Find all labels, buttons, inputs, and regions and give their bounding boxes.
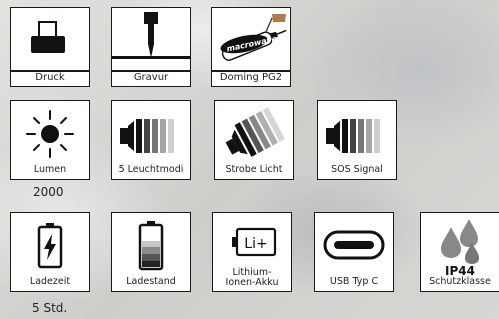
feature-tile-engraving: Gravur xyxy=(111,7,191,87)
feature-label-line2: Ionen-Akku xyxy=(225,277,279,288)
feature-label: 5 Leuchtmodi xyxy=(118,164,184,175)
feature-tile-lithium: Li+ Lithium- Ionen-Akku xyxy=(212,212,292,292)
printer-icon xyxy=(31,21,65,53)
battery-charging-icon xyxy=(37,223,63,269)
feature-tile-usb-c: USB Typ C xyxy=(314,212,394,292)
feature-tile-charging-time: Ladezeit xyxy=(10,212,90,292)
feature-tile-lumen: Lumen xyxy=(10,100,90,180)
feature-label: Schutzklasse xyxy=(429,276,491,287)
feature-label: Druck xyxy=(35,72,65,83)
feature-label: SOS Signal xyxy=(331,164,383,175)
sun-icon xyxy=(26,110,74,158)
feature-label: Strobe Licht xyxy=(225,164,283,175)
charging-time-value: 5 Std. xyxy=(32,301,68,315)
engraving-tool-icon xyxy=(112,12,190,59)
sos-signal-icon xyxy=(326,119,380,153)
macrowave-doming-pen-icon: macrowave xyxy=(220,14,287,61)
feature-label: Lumen xyxy=(33,164,67,175)
feature-label: USB Typ C xyxy=(329,276,379,287)
strobe-light-icon xyxy=(225,107,285,157)
feature-tile-charge-level: Ladestand xyxy=(111,212,191,292)
feature-tile-doming: macrowave Doming PG2 xyxy=(211,7,291,87)
feature-tile-strobe: Strobe Licht xyxy=(214,100,294,180)
feature-label: Lithium- Ionen-Akku xyxy=(215,268,289,288)
feature-tile-print: Druck xyxy=(10,7,90,87)
feature-label: Ladezeit xyxy=(29,276,71,287)
feature-label: Doming PG2 xyxy=(219,72,283,83)
lumen-value: 2000 xyxy=(33,185,64,199)
li-plus-text: Li+ xyxy=(244,236,267,252)
battery-level-icon xyxy=(138,221,164,271)
feature-tile-light-modes: 5 Leuchtmodi xyxy=(111,100,191,180)
feature-tile-protection-class: IP44 Schutzklasse xyxy=(420,212,499,292)
usb-c-icon xyxy=(323,230,385,260)
feature-tile-sos: SOS Signal xyxy=(317,100,397,180)
water-drops-icon: IP44 xyxy=(441,219,479,278)
feature-label: Gravur xyxy=(133,72,169,83)
flashlight-modes-icon xyxy=(120,119,174,153)
feature-label: Ladestand xyxy=(126,276,176,287)
